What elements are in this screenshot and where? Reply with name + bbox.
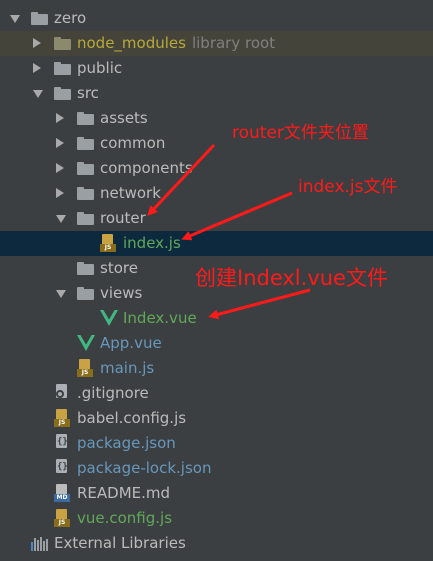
arrow-to-index-vue xyxy=(208,288,311,320)
arrow-to-index-js xyxy=(181,191,293,241)
arrow-to-router-folder xyxy=(147,143,216,216)
annotation-arrows xyxy=(147,143,311,320)
